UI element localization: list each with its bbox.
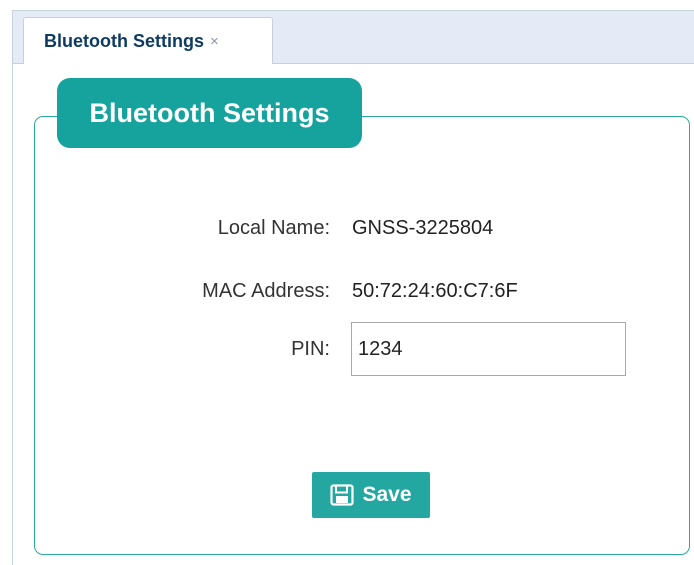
save-button-label: Save [362, 483, 412, 506]
pin-input[interactable] [351, 322, 626, 376]
panel-title: Bluetooth Settings [57, 78, 362, 148]
mac-address-value: 50:72:24:60:C7:6F [352, 280, 518, 302]
close-icon[interactable]: × [210, 33, 219, 50]
local-name-label: Local Name: [217, 217, 330, 239]
tab-bluetooth-settings[interactable]: Bluetooth Settings × [23, 17, 273, 64]
save-icon [330, 484, 355, 506]
save-button[interactable]: Save [312, 472, 430, 518]
tab-label: Bluetooth Settings [44, 30, 204, 51]
frame-border [12, 10, 13, 565]
local-name-value: GNSS-3225804 [352, 217, 494, 239]
pin-label: PIN: [291, 338, 330, 360]
mac-address-label: MAC Address: [202, 280, 330, 302]
tab-bar: Bluetooth Settings × [13, 10, 694, 64]
